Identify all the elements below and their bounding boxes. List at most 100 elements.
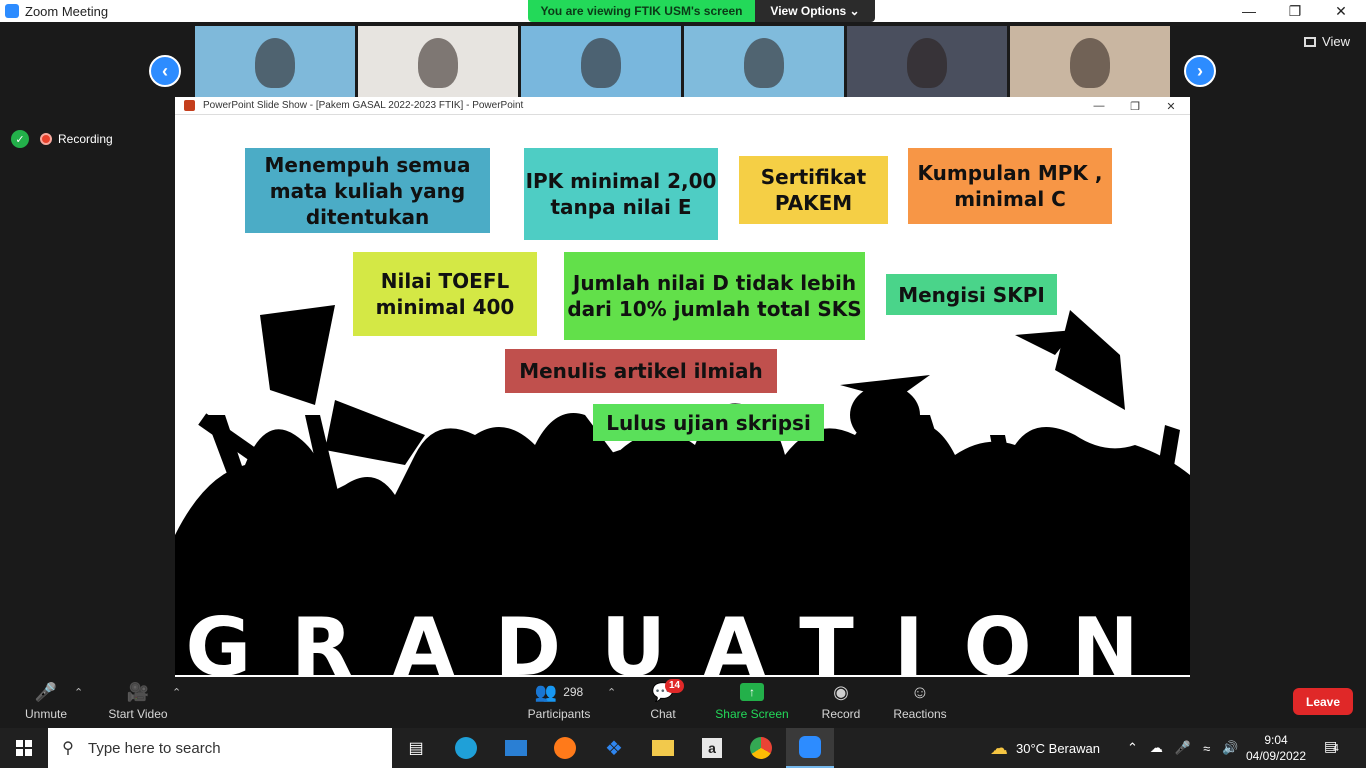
video-off-icon: 🎥 (126, 681, 150, 702)
video-options-caret[interactable]: ⌃ (172, 686, 181, 699)
start-video-button[interactable]: 🎥 Start Video (104, 677, 172, 728)
graduation-text: GRADUATION (185, 601, 1178, 675)
record-button[interactable]: ◉ Record (815, 677, 867, 728)
participant-face (907, 38, 947, 88)
ppt-restore-button[interactable]: ❐ (1120, 97, 1150, 115)
weather-text: 30°C Berawan (1016, 740, 1100, 756)
recording-label: Recording (58, 132, 113, 146)
volume-icon[interactable]: 🔊 (1222, 740, 1238, 756)
system-tray: ⌃ ☁ 🎤 ≈ 🔊 (1127, 728, 1238, 768)
wifi-icon[interactable]: ≈ (1203, 741, 1210, 756)
requirement-text: Sertifikat PAKEM (760, 165, 867, 215)
microphone-muted-icon: 🎤 (34, 681, 58, 702)
participants-label: Participants (527, 707, 591, 721)
window-title: Zoom Meeting (25, 3, 109, 19)
requirement-text: Jumlah nilai D tidak lebih dari 10% juml… (567, 271, 862, 321)
participants-count: 298 (563, 685, 584, 699)
share-screen-label: Share Screen (715, 707, 789, 721)
chevron-right-icon: › (1197, 60, 1203, 81)
chevron-left-icon: ‹ (162, 60, 168, 81)
share-screen-icon: ↑ (740, 681, 764, 703)
reactions-label: Reactions (893, 707, 947, 721)
minimize-button[interactable]: — (1226, 0, 1272, 22)
shield-icon[interactable]: ✓ (11, 130, 29, 148)
participant-face (255, 38, 295, 88)
emoji-icon: ☺ (910, 681, 930, 702)
unmute-button[interactable]: 🎤 Unmute (18, 677, 74, 728)
file-explorer-icon[interactable] (639, 728, 687, 768)
chat-badge: 14 (665, 679, 685, 693)
requirement-box-3: Sertifikat PAKEM (739, 156, 888, 224)
firefox-icon[interactable] (541, 728, 589, 768)
chat-button[interactable]: 💬 14 Chat (638, 677, 688, 728)
record-label: Record (821, 707, 861, 721)
powerpoint-icon (184, 100, 195, 111)
requirement-text: Mengisi SKPI (898, 282, 1045, 307)
requirement-text: IPK minimal 2,00 tanpa nilai E (525, 169, 717, 219)
view-label: View (1322, 34, 1350, 49)
participants-options-caret[interactable]: ⌃ (607, 686, 616, 699)
requirement-text: Menulis artikel ilmiah (519, 359, 763, 383)
viewing-banner: You are viewing FTIK USM's screen View O… (528, 0, 875, 22)
audio-options-caret[interactable]: ⌃ (74, 686, 83, 699)
requirement-text: Kumpulan MPK , minimal C (917, 161, 1103, 211)
ppt-close-button[interactable]: ✕ (1156, 97, 1186, 115)
mail-icon[interactable] (492, 728, 540, 768)
task-view-icon[interactable]: ▤ (392, 728, 440, 768)
viewing-screen-text: You are viewing FTIK USM's screen (528, 0, 755, 22)
requirement-text: Lulus ujian skripsi (606, 410, 811, 435)
clock-date: 04/09/2022 (1245, 749, 1307, 763)
chrome-icon[interactable] (737, 728, 785, 768)
search-placeholder: Type here to search (88, 739, 221, 757)
requirement-box-6: Jumlah nilai D tidak lebih dari 10% juml… (564, 252, 865, 340)
amazon-icon[interactable]: a (688, 728, 736, 768)
zoom-app-icon (5, 4, 19, 18)
record-dot-icon (40, 133, 52, 145)
requirement-box-8: Menulis artikel ilmiah (505, 349, 777, 393)
participant-face (581, 38, 621, 88)
next-page-button[interactable]: › (1184, 55, 1216, 87)
windows-logo-icon (16, 740, 32, 756)
share-screen-button[interactable]: ↑ Share Screen (712, 677, 792, 728)
start-button[interactable] (0, 728, 48, 768)
chat-icon: 💬 14 (651, 679, 685, 703)
edge-icon[interactable] (442, 728, 490, 768)
chat-label: Chat (650, 707, 676, 721)
grid-icon (1304, 36, 1317, 47)
leave-button[interactable]: Leave (1293, 688, 1353, 715)
requirement-text: Nilai TOEFL minimal 400 (375, 269, 515, 319)
participant-face (1070, 38, 1110, 88)
requirement-box-5: Nilai TOEFL minimal 400 (353, 252, 537, 336)
requirement-box-2: IPK minimal 2,00 tanpa nilai E (524, 148, 718, 240)
zoom-taskbar-icon[interactable] (786, 728, 834, 768)
search-icon: ⚲ (62, 740, 74, 757)
clock-time: 9:04 (1264, 733, 1288, 747)
cloud-icon: ☁ (990, 737, 1008, 758)
powerpoint-title: PowerPoint Slide Show - [Pakem GASAL 202… (203, 100, 524, 111)
dropbox-icon[interactable]: ❖ (590, 728, 638, 768)
clock[interactable]: 9:04 04/09/2022 (1244, 732, 1308, 764)
ppt-minimize-button[interactable]: — (1084, 97, 1114, 115)
recording-indicator[interactable]: Recording (40, 129, 113, 149)
view-options-button[interactable]: View Options ⌄ (755, 0, 875, 22)
weather-widget[interactable]: ☁ 30°C Berawan (990, 728, 1100, 768)
participants-button[interactable]: 👥 298 Participants (524, 677, 594, 728)
windows-taskbar: ⚲ Type here to search ▤ ❖ a ☁ 30°C Beraw… (0, 728, 1366, 768)
participant-face (744, 38, 784, 88)
onedrive-icon[interactable]: ☁ (1150, 740, 1163, 756)
start-video-label: Start Video (108, 707, 168, 721)
powerpoint-window: PowerPoint Slide Show - [Pakem GASAL 202… (175, 97, 1190, 677)
close-button[interactable]: ✕ (1318, 0, 1364, 22)
notification-center-icon[interactable]: ▤4 (1324, 738, 1346, 758)
previous-page-button[interactable]: ‹ (149, 55, 181, 87)
requirement-box-1: Menempuh semua mata kuliah yang ditentuk… (245, 148, 490, 233)
requirement-box-7: Mengisi SKPI (886, 274, 1057, 315)
restore-button[interactable]: ❐ (1272, 0, 1318, 22)
requirement-box-4: Kumpulan MPK , minimal C (908, 148, 1112, 224)
microphone-icon[interactable]: 🎤 (1175, 740, 1191, 756)
taskbar-search[interactable]: ⚲ Type here to search (48, 728, 392, 768)
view-button[interactable]: View (1304, 34, 1350, 49)
reactions-button[interactable]: ☺ Reactions (890, 677, 950, 728)
participant-face (418, 38, 458, 88)
chevron-up-icon[interactable]: ⌃ (1127, 740, 1138, 756)
